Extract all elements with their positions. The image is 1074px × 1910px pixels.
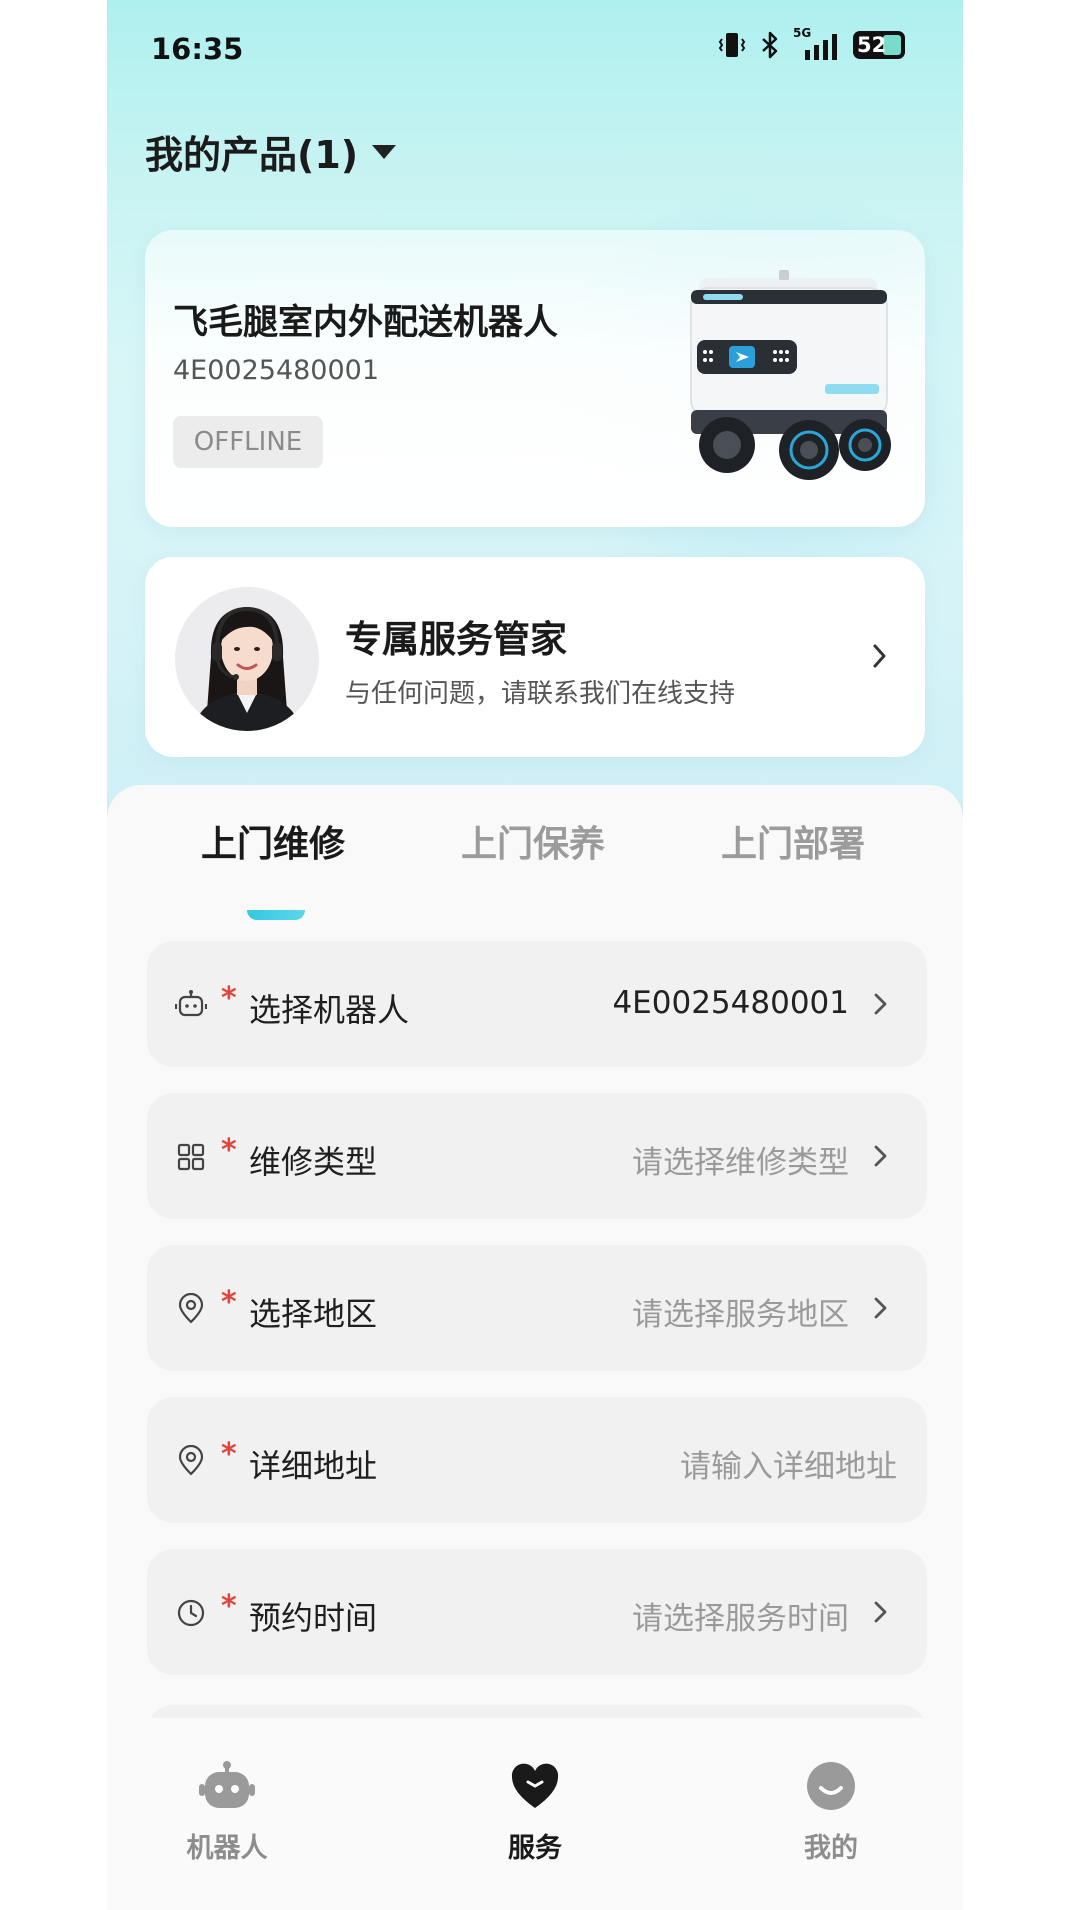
appointment-time-row[interactable]: * 预约时间 请选择服务时间 — [147, 1549, 927, 1675]
app-screen: 16:35 5G 52 我的产品(1) 飞毛腿室内外配送机器人 4E002548… — [107, 0, 963, 1910]
caret-down-icon — [372, 144, 397, 159]
row-label: 维修类型 — [249, 1143, 378, 1181]
repair-type-placeholder: 请选择维修类型 — [632, 1145, 849, 1181]
row-label: 选择地区 — [249, 1295, 378, 1333]
select-region-row[interactable]: * 选择地区 请选择服务地区 — [147, 1245, 927, 1371]
chevron-right-icon — [874, 1145, 887, 1167]
status-bar: 16:35 5G 52 — [107, 0, 963, 100]
nav-service[interactable]: 服务 — [455, 1760, 615, 1865]
required-mark: * — [221, 1285, 237, 1320]
required-mark: * — [221, 1437, 237, 1472]
status-badge: OFFLINE — [173, 416, 323, 468]
robot-serial-value: 4E0025480001 — [612, 985, 849, 1021]
battery-icon: 52 — [853, 31, 905, 59]
tab-onsite-deployment[interactable]: 上门部署 — [721, 815, 865, 867]
manager-title: 专属服务管家 — [345, 618, 567, 661]
region-placeholder: 请选择服务地区 — [632, 1297, 849, 1333]
location-pin-icon — [178, 1445, 204, 1476]
clock-icon — [177, 1599, 205, 1627]
battery-level: 52 — [857, 33, 887, 57]
tab-onsite-maintenance[interactable]: 上门保养 — [461, 815, 605, 867]
location-pin-icon — [178, 1293, 204, 1324]
delivery-robot-image — [690, 270, 891, 480]
manager-subtitle: 与任何问题，请联系我们在线支持 — [345, 679, 736, 709]
heart-icon — [511, 1763, 559, 1808]
tab-indicator — [247, 910, 305, 920]
avatar — [175, 587, 319, 731]
service-manager-card[interactable]: 专属服务管家 与任何问题，请联系我们在线支持 — [145, 557, 925, 757]
status-icons: 5G 52 — [717, 26, 905, 60]
tab-onsite-repair[interactable]: 上门维修 — [201, 815, 345, 867]
robot-nav-icon — [199, 1761, 255, 1808]
product-card[interactable]: 飞毛腿室内外配送机器人 4E0025480001 OFFLINE — [145, 230, 925, 527]
appointment-time-placeholder: 请选择服务时间 — [632, 1601, 849, 1637]
chevron-right-icon — [873, 644, 886, 668]
select-robot-row[interactable]: * 选择机器人 4E0025480001 — [147, 941, 927, 1067]
my-products-title: 我的产品(1) — [145, 133, 359, 177]
nav-mine-label: 我的 — [804, 1833, 858, 1864]
row-label: 选择机器人 — [249, 991, 410, 1029]
nav-robot[interactable]: 机器人 — [147, 1760, 307, 1865]
row-label: 详细地址 — [249, 1447, 378, 1485]
vibrate-icon — [718, 33, 746, 57]
nav-mine[interactable]: 我的 — [751, 1760, 911, 1865]
nav-service-label: 服务 — [508, 1833, 562, 1864]
detail-address-input[interactable]: 请输入详细地址 — [680, 1441, 897, 1486]
bottom-nav: 机器人 服务 我的 — [107, 1718, 963, 1910]
product-name: 飞毛腿室内外配送机器人 — [173, 303, 559, 343]
nav-robot-label: 机器人 — [186, 1833, 268, 1864]
smiley-icon — [807, 1762, 855, 1810]
repair-type-row[interactable]: * 维修类型 请选择维修类型 — [147, 1093, 927, 1219]
bluetooth-icon — [762, 31, 778, 59]
chevron-right-icon — [874, 993, 887, 1015]
grid-icon — [177, 1143, 205, 1171]
chevron-right-icon — [874, 1297, 887, 1319]
my-products-dropdown[interactable]: 我的产品(1) — [145, 124, 397, 179]
signal-icon: 5G — [793, 26, 841, 60]
detail-address-row[interactable]: * 详细地址 请输入详细地址 — [147, 1397, 927, 1523]
robot-icon — [175, 990, 207, 1017]
chevron-right-icon — [874, 1601, 887, 1623]
required-mark: * — [221, 1133, 237, 1168]
row-label: 预约时间 — [249, 1599, 378, 1637]
status-time: 16:35 — [151, 32, 244, 66]
required-mark: * — [221, 981, 237, 1016]
required-mark: * — [221, 1589, 237, 1624]
service-tabs: 上门维修 上门保养 上门部署 — [107, 815, 963, 920]
product-serial: 4E0025480001 — [173, 355, 380, 386]
